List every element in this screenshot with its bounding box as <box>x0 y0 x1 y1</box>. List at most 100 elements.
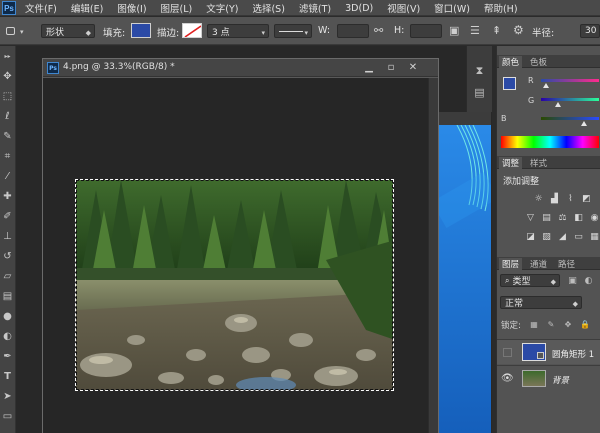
lock-position-icon[interactable]: ✥ <box>563 319 573 329</box>
stroke-none-swatch[interactable] <box>182 23 202 38</box>
filter-pixel-icon[interactable]: ▣ <box>567 275 578 286</box>
tab-channels[interactable]: 通道 <box>527 258 550 270</box>
restore-icon[interactable]: ▫ <box>383 61 399 74</box>
channel-r-label: R <box>528 76 534 85</box>
height-input[interactable] <box>410 24 442 38</box>
vibrance-icon[interactable]: ▽ <box>525 212 536 223</box>
clone-stamp-tool-icon[interactable]: ⊥ <box>1 230 14 243</box>
layer-row-background[interactable]: 👁 背景 <box>497 365 600 390</box>
tab-paths[interactable]: 路径 <box>555 258 578 270</box>
posterize-icon[interactable]: ▨ <box>541 231 552 242</box>
tab-swatches[interactable]: 色板 <box>527 56 550 68</box>
blur-tool-icon[interactable]: ● <box>1 310 14 323</box>
exposure-icon[interactable]: ◩ <box>581 193 592 204</box>
eraser-tool-icon[interactable]: ▱ <box>1 270 14 283</box>
photo-selection[interactable] <box>75 179 394 391</box>
pen-tool-icon[interactable]: ✒ <box>1 350 14 363</box>
gradient-tool-icon[interactable]: ▤ <box>1 290 14 303</box>
channel-g-label: G <box>528 96 535 105</box>
menu-select[interactable]: 选择(S) <box>252 1 284 15</box>
marquee-tool-icon[interactable]: ⬚ <box>1 90 14 103</box>
levels-icon[interactable]: ▟ <box>549 193 560 204</box>
color-spectrum-bar[interactable] <box>501 136 599 148</box>
menu-image[interactable]: 图像(I) <box>117 1 146 15</box>
crop-tool-icon[interactable]: ⌗ <box>1 150 14 163</box>
type-tool-icon[interactable]: T <box>1 370 14 383</box>
mode-select[interactable]: 形状 ◆ <box>41 24 95 38</box>
tab-adjustments[interactable]: 调整 <box>499 157 523 169</box>
eye-icon[interactable]: 👁 <box>501 373 514 384</box>
minimize-icon[interactable]: ▁ <box>361 61 377 74</box>
filter-adjustment-icon[interactable]: ◐ <box>583 275 594 286</box>
vertical-scrollbar[interactable] <box>428 78 438 433</box>
curves-icon[interactable]: ⌇ <box>565 193 576 204</box>
red-slider[interactable] <box>541 79 599 82</box>
menu-view[interactable]: 视图(V) <box>387 1 420 15</box>
width-input[interactable] <box>337 24 369 38</box>
stroke-width-field[interactable]: 3 点 ▾ <box>207 24 269 38</box>
quick-select-tool-icon[interactable]: ✎ <box>1 130 14 143</box>
chevron-down-icon[interactable]: ▾ <box>20 28 24 36</box>
menu-window[interactable]: 窗口(W) <box>434 1 470 15</box>
tab-color[interactable]: 颜色 <box>499 56 523 68</box>
radius-input[interactable]: 30 <box>580 24 600 38</box>
collapse-arrows-icon[interactable]: ▸▸ <box>1 50 14 63</box>
blend-mode-select[interactable]: 正常 ◆ <box>500 296 582 309</box>
color-balance-icon[interactable]: ⚖ <box>557 212 568 223</box>
eyedropper-tool-icon[interactable]: ⁄ <box>1 170 14 183</box>
layer-name: 背景 <box>552 376 570 386</box>
tab-styles[interactable]: 样式 <box>527 157 550 169</box>
green-slider-thumb[interactable] <box>555 102 561 107</box>
close-icon[interactable]: ✕ <box>405 61 421 74</box>
properties-panel-icon[interactable]: ▤ <box>473 86 486 99</box>
menu-edit[interactable]: 编辑(E) <box>71 1 103 15</box>
dodge-tool-icon[interactable]: ◐ <box>1 330 14 343</box>
history-panel-icon[interactable]: ⧗ <box>473 64 486 77</box>
lasso-tool-icon[interactable]: ℓ <box>1 110 14 123</box>
brush-tool-icon[interactable]: ✐ <box>1 210 14 223</box>
menu-layer[interactable]: 图层(L) <box>161 1 193 15</box>
blue-slider-thumb[interactable] <box>581 121 587 126</box>
move-tool-icon[interactable]: ✥ <box>1 70 14 83</box>
tab-layers[interactable]: 图层 <box>499 258 523 270</box>
layer-filter-select[interactable]: ⌕ 类型 ◆ <box>500 274 560 287</box>
black-white-icon[interactable]: ◧ <box>573 212 584 223</box>
fill-color-swatch[interactable] <box>131 23 151 38</box>
menu-type[interactable]: 文字(Y) <box>206 1 238 15</box>
foreground-color-swatch[interactable] <box>503 77 516 90</box>
document-titlebar[interactable]: Ps 4.png @ 33.3%(RGB/8) * ▁ ▫ ✕ <box>43 59 438 77</box>
background-document-titlebar[interactable] <box>439 112 491 125</box>
gradient-map-icon[interactable]: ▭ <box>573 231 584 242</box>
rounded-rect-tool-preset[interactable] <box>3 24 17 37</box>
lock-pixels-icon[interactable]: ✎ <box>546 319 556 329</box>
gear-icon[interactable]: ⚙ <box>513 23 524 37</box>
hue-saturation-icon[interactable]: ▤ <box>541 212 552 223</box>
lock-transparent-icon[interactable]: ▦ <box>529 319 539 329</box>
photo-filter-icon[interactable]: ◉ <box>589 212 600 223</box>
invert-icon[interactable]: ◪ <box>525 231 536 242</box>
background-document[interactable] <box>431 124 499 433</box>
menu-3d[interactable]: 3D(D) <box>345 3 373 14</box>
path-operations-icon[interactable]: ▣ <box>449 24 459 37</box>
path-arrangement-icon[interactable]: ⇞ <box>492 24 501 37</box>
red-slider-thumb[interactable] <box>543 83 549 88</box>
path-alignment-icon[interactable]: ☰ <box>470 24 480 37</box>
stroke-type-select[interactable]: ▾ <box>274 24 312 38</box>
document-title: 4.png @ 33.3%(RGB/8) * <box>63 62 175 72</box>
link-icon[interactable]: ⚯ <box>374 24 383 37</box>
layer-row-rounded-rect[interactable]: 圆角矩形 1 <box>497 339 600 364</box>
lock-all-icon[interactable]: 🔒 <box>580 319 590 329</box>
brightness-icon[interactable]: ☼ <box>533 193 544 204</box>
menu-file[interactable]: 文件(F) <box>25 1 57 15</box>
green-slider[interactable] <box>541 98 599 101</box>
menu-filter[interactable]: 滤镜(T) <box>299 1 331 15</box>
threshold-icon[interactable]: ◢ <box>557 231 568 242</box>
visibility-toggle-empty[interactable] <box>503 348 512 357</box>
healing-brush-tool-icon[interactable]: ✚ <box>1 190 14 203</box>
blue-slider[interactable] <box>541 117 599 120</box>
rectangle-tool-icon[interactable]: ▭ <box>1 410 14 423</box>
menu-help[interactable]: 帮助(H) <box>484 1 518 15</box>
history-brush-tool-icon[interactable]: ↺ <box>1 250 14 263</box>
path-selection-tool-icon[interactable]: ➤ <box>1 390 14 403</box>
selective-color-icon[interactable]: ▦ <box>589 231 600 242</box>
